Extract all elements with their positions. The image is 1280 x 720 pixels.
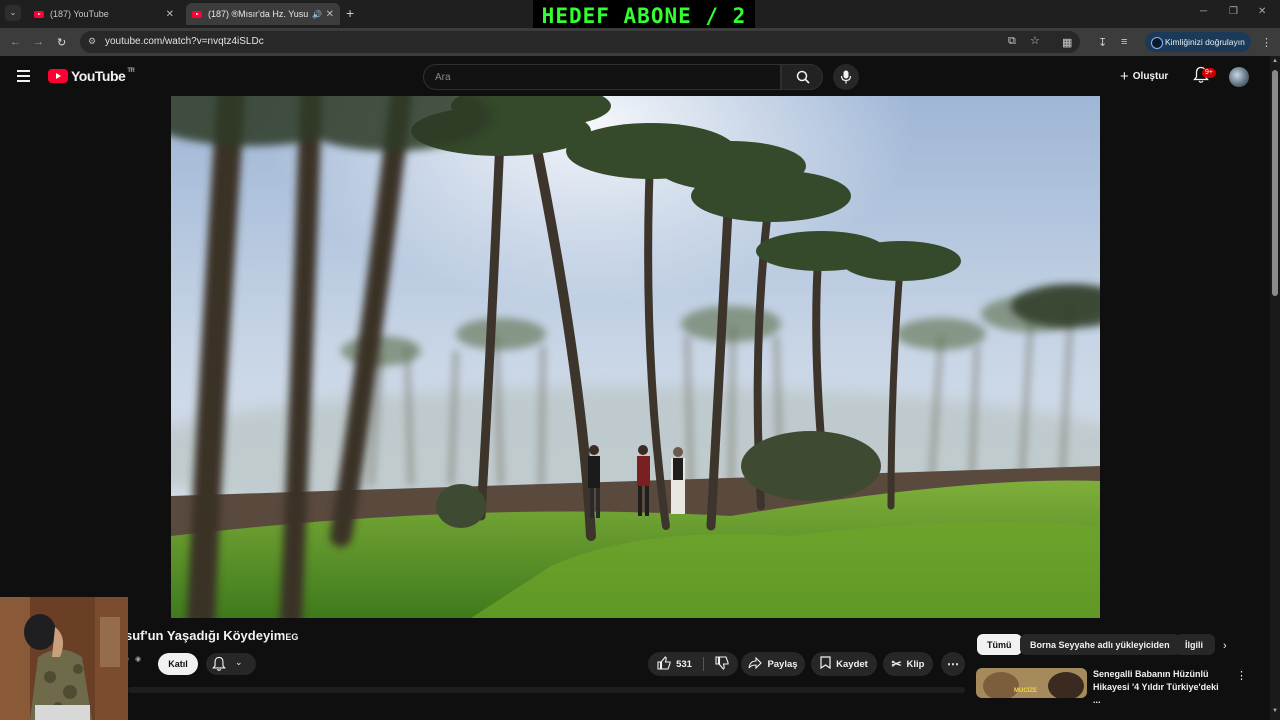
speaker-icon[interactable]: 🔊 bbox=[312, 10, 322, 19]
like-divider bbox=[702, 657, 704, 671]
browser-menu-icon[interactable]: ⋮ bbox=[1261, 36, 1272, 49]
logo-text: YouTube bbox=[71, 68, 126, 84]
verify-identity-button[interactable]: Kimliğinizi doğrulayın bbox=[1145, 32, 1251, 52]
extensions-icon[interactable]: ▦ bbox=[1062, 36, 1072, 49]
tab-label: (187) ®Mısır'da Hz. Yusuf'u bbox=[208, 9, 308, 19]
flag-code: EG bbox=[285, 632, 299, 642]
youtube-play-icon bbox=[48, 69, 68, 83]
install-app-icon[interactable]: ⧉ bbox=[1008, 35, 1016, 48]
subscription-bell-button[interactable]: ⌄ bbox=[206, 653, 256, 675]
more-icon[interactable]: ⋮ bbox=[1236, 669, 1247, 682]
chip-related[interactable]: İlgili bbox=[1175, 634, 1215, 655]
video-frame[interactable] bbox=[171, 96, 1100, 618]
search-button[interactable] bbox=[781, 64, 823, 90]
thumbs-down-icon[interactable] bbox=[715, 655, 729, 673]
close-tab-icon[interactable]: ✕ bbox=[326, 9, 334, 20]
maximize-icon[interactable]: ❐ bbox=[1229, 6, 1238, 17]
bell-icon bbox=[212, 656, 226, 671]
voice-search-button[interactable] bbox=[833, 64, 859, 90]
chip-all[interactable]: Tümü bbox=[977, 634, 1022, 655]
browser-tab-video[interactable]: (187) ®Mısır'da Hz. Yusuf'u 🔊 ✕ bbox=[186, 3, 340, 25]
tab-label: (187) YouTube bbox=[50, 9, 109, 19]
create-button[interactable]: + Oluştur bbox=[1120, 68, 1168, 85]
clip-label: Klip bbox=[906, 658, 925, 670]
share-icon bbox=[748, 656, 763, 672]
region-code: TR bbox=[127, 68, 135, 74]
close-window-icon[interactable]: ✕ bbox=[1258, 6, 1266, 17]
tab-search-dropdown[interactable]: ⌄ bbox=[5, 5, 21, 21]
notification-badge: 9+ bbox=[1202, 68, 1216, 78]
save-button[interactable]: Kaydet bbox=[811, 652, 877, 676]
video-player[interactable] bbox=[171, 96, 1100, 618]
url-field[interactable]: ⚙ youtube.com/watch?v=nvqtz4iSLDc ⧉ ☆ bbox=[80, 31, 1080, 53]
youtube-header: YouTube TR Ara + Oluştur bbox=[0, 56, 1270, 96]
like-count[interactable]: 531 bbox=[676, 659, 692, 670]
url-text: youtube.com/watch?v=nvqtz4iSLDc bbox=[105, 36, 264, 47]
back-icon[interactable]: ← bbox=[10, 36, 21, 48]
youtube-favicon-icon bbox=[192, 10, 202, 18]
plus-icon: + bbox=[1120, 68, 1129, 85]
chip-from-uploader[interactable]: Borna Seyyahe adlı yükleyiciden bbox=[1020, 634, 1180, 655]
more-icon: ⋯ bbox=[947, 657, 959, 671]
like-dislike-group: 531 bbox=[648, 652, 738, 676]
video-title: suf'un Yaşadığı KöydeyimEG bbox=[125, 628, 298, 643]
forward-icon[interactable]: → bbox=[33, 36, 44, 48]
reload-icon[interactable]: ↻ bbox=[57, 36, 66, 49]
mic-icon bbox=[840, 70, 852, 84]
youtube-favicon-icon bbox=[34, 10, 44, 18]
join-button[interactable]: Katıl bbox=[158, 653, 198, 675]
thumbnail-caption: MUCİZE bbox=[1014, 688, 1037, 694]
scroll-down-icon[interactable]: ▼ bbox=[1272, 708, 1278, 714]
scroll-up-icon[interactable]: ▲ bbox=[1272, 58, 1278, 64]
chevron-down-icon: ⌄ bbox=[235, 657, 243, 667]
webcam-feed bbox=[0, 597, 128, 720]
webcam-overlay bbox=[0, 597, 128, 720]
youtube-logo[interactable]: YouTube TR bbox=[48, 68, 135, 84]
search-icon bbox=[796, 70, 810, 84]
close-tab-icon[interactable]: ✕ bbox=[166, 9, 174, 20]
share-button[interactable]: Paylaş bbox=[741, 652, 805, 676]
create-label: Oluştur bbox=[1132, 71, 1169, 82]
video-title-text: suf'un Yaşadığı Köydeyim bbox=[125, 628, 286, 643]
thumbs-up-icon[interactable] bbox=[657, 655, 671, 673]
more-actions-button[interactable]: ⋯ bbox=[941, 652, 965, 676]
recommendation-thumbnail[interactable]: MUCİZE bbox=[976, 668, 1087, 698]
bookmark-icon bbox=[820, 656, 831, 672]
bookmark-star-icon[interactable]: ☆ bbox=[1030, 34, 1040, 47]
hamburger-icon[interactable] bbox=[17, 70, 30, 82]
browser-tab-youtube[interactable]: (187) YouTube ✕ bbox=[28, 3, 180, 25]
browser-address-bar: ← → ↻ ⚙ youtube.com/watch?v=nvqtz4iSLDc … bbox=[0, 28, 1280, 56]
page-scrollbar[interactable]: ▲ ▼ bbox=[1270, 56, 1280, 720]
clip-button[interactable]: ✂ Klip bbox=[883, 652, 933, 676]
save-label: Kaydet bbox=[836, 658, 868, 670]
scroll-progress-area bbox=[128, 687, 965, 693]
verified-badge-icon: ◉ bbox=[135, 656, 142, 663]
chevron-right-icon[interactable]: › bbox=[1223, 640, 1227, 652]
recommendation-title[interactable]: Senegalli Babanın Hüzünlü Hikayesi '4 Yı… bbox=[1093, 668, 1228, 707]
downloads-icon[interactable]: ↧ bbox=[1098, 36, 1107, 49]
scissors-icon: ✂ bbox=[891, 657, 902, 671]
search-input[interactable]: Ara bbox=[423, 64, 781, 90]
site-info-icon[interactable]: ⚙ bbox=[88, 36, 96, 47]
share-label: Paylaş bbox=[767, 658, 798, 670]
media-controls-icon[interactable]: ≡ bbox=[1121, 36, 1127, 48]
avatar[interactable] bbox=[1229, 67, 1249, 87]
scrollbar-thumb[interactable] bbox=[1272, 70, 1278, 296]
minimize-icon[interactable]: ─ bbox=[1200, 6, 1207, 17]
new-tab-button[interactable]: + bbox=[346, 5, 354, 21]
